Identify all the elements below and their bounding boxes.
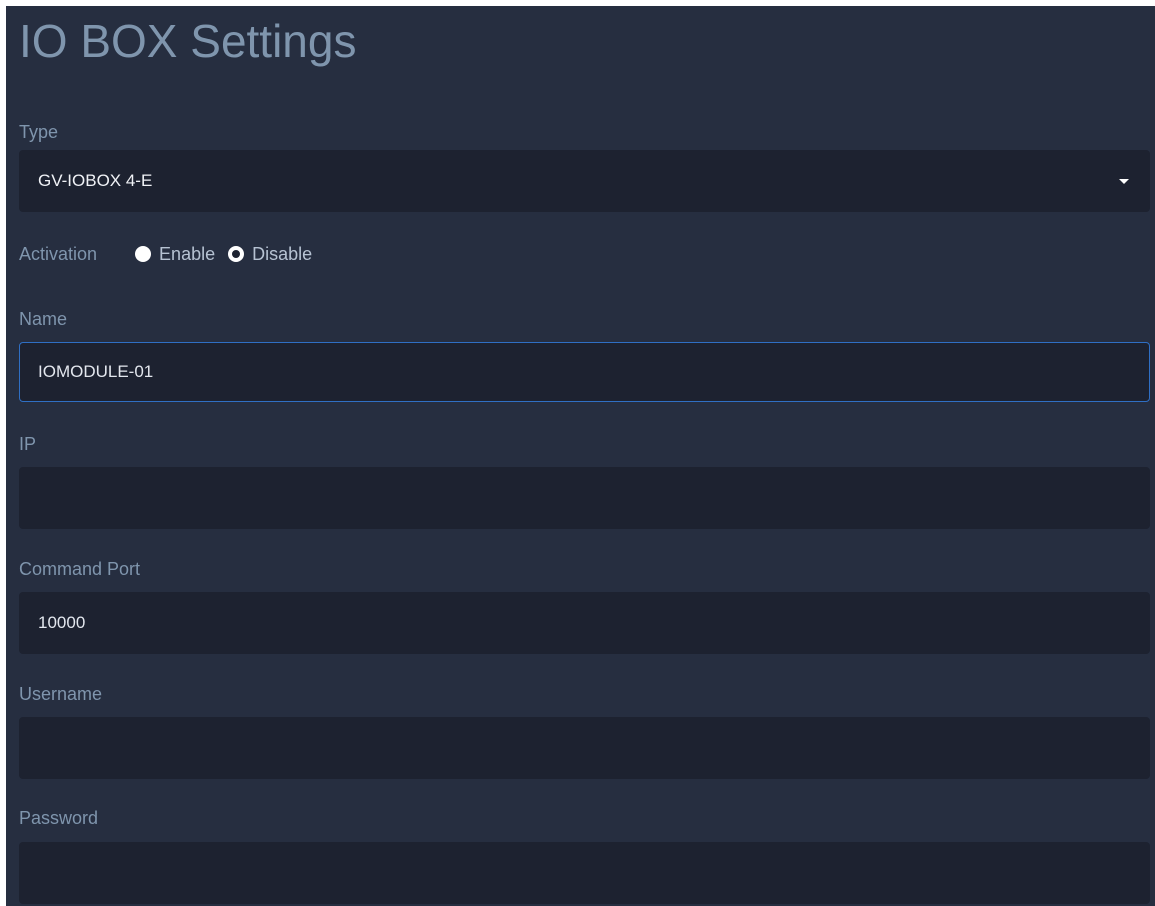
type-label: Type: [19, 122, 59, 142]
name-label: Name: [19, 309, 68, 329]
disable-radio-label: Disable: [252, 243, 313, 264]
ip-label: IP: [19, 434, 37, 454]
activation-row: Activation Enable Disable: [19, 242, 325, 266]
activation-enable-option[interactable]: Enable: [135, 244, 215, 265]
type-select-value: GV-IOBOX 4-E: [38, 171, 153, 190]
activation-disable-option[interactable]: Disable: [228, 244, 312, 265]
type-select[interactable]: GV-IOBOX 4-E: [19, 150, 1150, 212]
ip-input[interactable]: [19, 467, 1150, 529]
command-port-input[interactable]: [19, 592, 1150, 654]
password-label: Password: [19, 808, 99, 828]
chevron-down-icon: [1119, 178, 1129, 184]
page-title: IO BOX Settings: [19, 15, 357, 67]
disable-radio[interactable]: [228, 246, 245, 262]
password-input[interactable]: [19, 842, 1150, 904]
io-box-settings-panel: IO BOX Settings Type GV-IOBOX 4-E Activa…: [6, 6, 1155, 906]
command-port-label: Command Port: [19, 559, 141, 579]
activation-label: Activation: [19, 244, 98, 264]
enable-radio-label: Enable: [159, 243, 216, 264]
enable-radio[interactable]: [135, 246, 152, 262]
username-input[interactable]: [19, 717, 1150, 779]
name-input[interactable]: [19, 342, 1150, 402]
username-label: Username: [19, 684, 103, 704]
